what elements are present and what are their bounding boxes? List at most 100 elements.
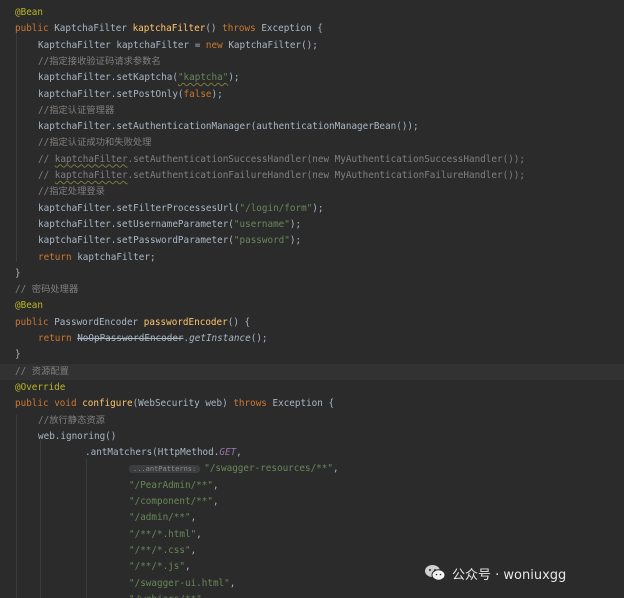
code-token: //指定认证管理器 — [38, 104, 115, 116]
code-token: // 密码处理器 — [15, 284, 79, 296]
code-line[interactable]: public void configure(WebSecurity web) t… — [0, 396, 624, 412]
code-token: "/swagger-resources/**" — [204, 463, 333, 475]
code-line[interactable]: "/webjars/**", — [0, 592, 624, 598]
code-token: //指定认证成功和失败处理 — [38, 137, 152, 149]
code-line[interactable]: "/component/**", — [0, 494, 624, 510]
code-token: PasswordEncoder — [54, 316, 144, 328]
code-line[interactable]: // kaptchaFilter.setAuthenticationSucces… — [0, 152, 624, 168]
code-token: ); — [312, 202, 324, 214]
code-token: } — [15, 349, 21, 361]
code-line[interactable]: "/**/*.html", — [0, 527, 624, 543]
code-line[interactable]: kaptchaFilter.setPostOnly(false); — [0, 87, 624, 103]
parameter-hint: ...antPatterns: — [129, 465, 201, 474]
code-token: , — [236, 447, 242, 459]
code-line[interactable]: @Bean — [0, 5, 624, 21]
code-token: .setAuthenticationFailureHandler(new MyA… — [127, 170, 525, 181]
code-line[interactable]: //指定处理登录 — [0, 184, 624, 200]
code-line[interactable]: .antMatchers(HttpMethod.GET, — [0, 445, 624, 461]
code-token: Exception { — [261, 23, 323, 35]
code-token: (); — [250, 333, 268, 344]
code-line[interactable]: KaptchaFilter kaptchaFilter = new Kaptch… — [0, 38, 624, 54]
wechat-watermark: 公众号 · woniuxgg — [424, 563, 566, 583]
code-line[interactable]: // 资源配置 — [0, 363, 624, 380]
code-token: web.ignoring() — [38, 430, 117, 442]
code-line[interactable]: } — [0, 266, 624, 282]
code-token: .setAuthenticationSuccessHandler(new MyA… — [127, 153, 525, 165]
code-line[interactable]: kaptchaFilter.setUsernameParameter("user… — [0, 217, 624, 233]
code-token: kaptchaFilter.setKaptcha( — [38, 72, 178, 84]
code-token: kaptchaFilter.setFilterProcessesUrl( — [38, 202, 240, 214]
code-token: "password" — [233, 235, 290, 247]
code-line[interactable]: "/**/*.css", — [0, 543, 624, 559]
code-token: return — [38, 251, 78, 263]
code-line[interactable]: kaptchaFilter.setPasswordParameter("pass… — [0, 233, 624, 249]
code-line[interactable]: return kaptchaFilter; — [0, 250, 624, 266]
code-line[interactable]: } — [0, 347, 624, 363]
code-line[interactable]: web.ignoring() — [0, 429, 624, 445]
code-token: throws — [222, 23, 262, 35]
code-token: ); — [211, 88, 223, 100]
code-line[interactable]: "/admin/**", — [0, 510, 624, 526]
code-line[interactable]: public PasswordEncoder passwordEncoder()… — [0, 315, 624, 331]
code-token: , — [196, 528, 202, 540]
code-token: KaptchaFilter kaptchaFilter = — [38, 39, 206, 51]
code-line[interactable]: //指定认证成功和失败处理 — [0, 135, 624, 151]
code-line[interactable]: kaptchaFilter.setKaptcha("kaptcha"); — [0, 70, 624, 86]
code-token: kaptchaFilter.setUsernameParameter( — [38, 218, 234, 230]
code-token: @Bean — [15, 7, 43, 18]
code-token: //放行静态资源 — [38, 414, 105, 426]
code-line[interactable]: "/PearAdmin/**", — [0, 478, 624, 494]
code-line[interactable]: public KaptchaFilter kaptchaFilter() thr… — [0, 21, 624, 37]
code-token: , — [212, 479, 219, 491]
code-token: kaptchaFilter.setPostOnly( — [38, 88, 184, 100]
code-token: "/**/*.css" — [129, 544, 191, 556]
code-token: // — [38, 170, 55, 181]
code-token: () — [205, 23, 223, 35]
code-line[interactable]: @Override — [0, 380, 624, 396]
code-line[interactable]: // 密码处理器 — [0, 282, 624, 298]
code-token: "/**/*.js" — [129, 561, 185, 573]
code-token: kaptchaFilter.setPasswordParameter( — [38, 235, 234, 247]
code-token: , — [212, 496, 219, 507]
code-line[interactable]: return NoOpPasswordEncoder.getInstance()… — [0, 331, 624, 347]
code-token: KaptchaFilter(); — [228, 39, 318, 51]
code-token: "/admin/**" — [129, 512, 191, 524]
code-token: // 资源配置 — [15, 365, 69, 377]
code-token: , — [202, 594, 208, 598]
watermark-label: 公众号 · woniuxgg — [452, 567, 567, 583]
code-token: getInstance — [189, 333, 251, 344]
code-token: GET — [219, 447, 237, 459]
code-token: kaptchaFilter.setAuthenticationManager(a… — [38, 121, 419, 133]
code-line[interactable]: //放行静态资源 — [0, 413, 624, 429]
code-token: , — [184, 561, 191, 573]
code-line[interactable]: kaptchaFilter.setFilterProcessesUrl("/lo… — [0, 201, 624, 217]
code-line[interactable]: ...antPatterns: "/swagger-resources/**", — [0, 461, 624, 477]
code-token: "/login/form" — [239, 202, 313, 214]
code-line[interactable]: kaptchaFilter.setAuthenticationManager(a… — [0, 119, 624, 135]
code-token: , — [332, 463, 339, 475]
code-token: public — [15, 398, 55, 410]
code-token: Exception { — [272, 398, 335, 410]
code-token: () { — [227, 316, 251, 328]
code-token: "/component/**" — [129, 496, 213, 507]
code-token: , — [190, 544, 197, 556]
code-token: configure — [82, 398, 133, 410]
code-line[interactable]: //指定接收验证码请求参数名 — [0, 54, 624, 70]
code-token: //指定接收验证码请求参数名 — [38, 55, 161, 67]
code-token: ); — [289, 235, 302, 247]
code-token: public — [15, 23, 55, 35]
code-token: (WebSecurity web) — [132, 398, 234, 410]
code-token: false — [183, 88, 212, 100]
code-line[interactable]: @Bean — [0, 298, 624, 314]
code-token: , — [190, 512, 197, 524]
code-token: //指定处理登录 — [38, 186, 105, 198]
code-token: @Override — [15, 381, 66, 393]
code-token: kaptchaFilter; — [77, 251, 156, 263]
code-token: KaptchaFilter — [54, 23, 133, 35]
code-line[interactable]: //指定认证管理器 — [0, 103, 624, 119]
code-token: void — [54, 398, 83, 410]
code-line[interactable]: // kaptchaFilter.setAuthenticationFailur… — [0, 168, 624, 184]
code-editor[interactable]: @Bean public KaptchaFilter kaptchaFilter(… — [0, 0, 624, 598]
code-token: @Bean — [15, 300, 43, 312]
code-token: kaptchaFilter — [54, 170, 128, 181]
